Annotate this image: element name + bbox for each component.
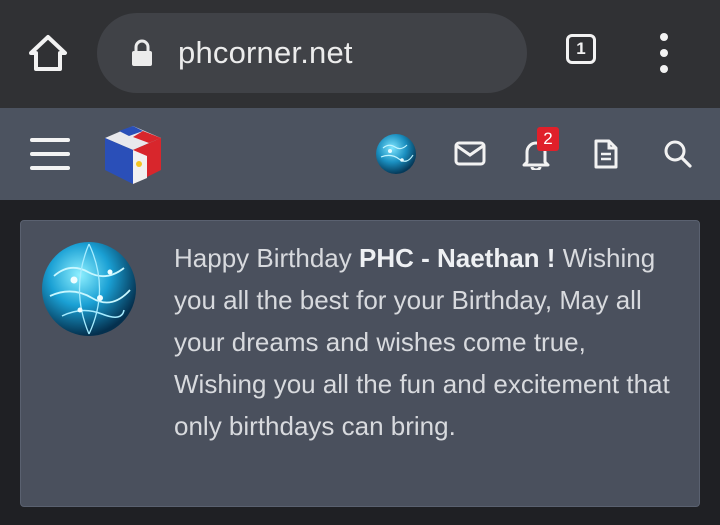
recipient-name[interactable]: PHC - Naethan !	[359, 243, 555, 273]
tab-count: 1	[576, 39, 586, 58]
sender-avatar[interactable]	[40, 240, 138, 338]
document-icon[interactable]	[588, 136, 624, 172]
avatar[interactable]	[375, 133, 417, 175]
address-bar[interactable]: phcorner.net	[97, 13, 527, 93]
notification-badge: 2	[537, 127, 559, 151]
site-logo[interactable]	[99, 120, 167, 188]
home-button[interactable]	[24, 30, 72, 76]
search-icon[interactable]	[660, 136, 696, 172]
home-icon	[29, 35, 67, 71]
menu-icon[interactable]	[30, 138, 70, 170]
lock-icon	[131, 39, 153, 67]
mail-icon[interactable]	[452, 136, 488, 172]
birthday-message: Happy Birthday PHC - Naethan ! Wishing y…	[174, 237, 674, 447]
more-vert-icon[interactable]	[650, 33, 678, 73]
tab-switcher-button[interactable]: 1	[566, 34, 596, 64]
url-text[interactable]: phcorner.net	[178, 35, 353, 71]
greeting-prefix: Happy Birthday	[174, 243, 359, 273]
